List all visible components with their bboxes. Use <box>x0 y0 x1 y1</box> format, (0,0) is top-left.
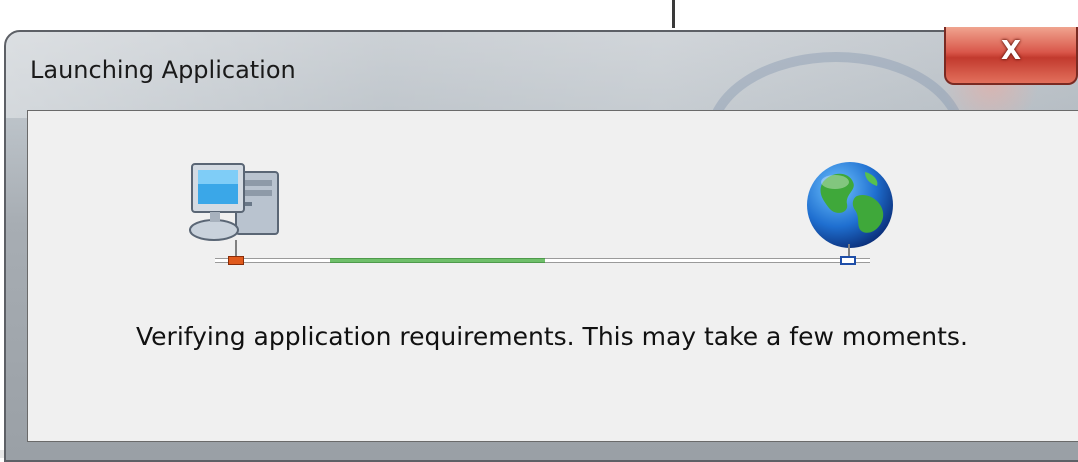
network-port-left <box>228 256 244 265</box>
close-icon: X <box>1000 36 1022 66</box>
status-message: Verifying application requirements. This… <box>136 322 968 351</box>
computer-icon <box>189 163 279 241</box>
window-title: Launching Application <box>30 56 296 84</box>
globe-icon <box>807 162 893 248</box>
close-button[interactable]: X <box>944 27 1078 85</box>
dialog-content <box>27 110 1078 442</box>
progress-segment <box>330 258 545 263</box>
network-port-right <box>840 256 856 265</box>
desktop-divider <box>672 0 675 28</box>
